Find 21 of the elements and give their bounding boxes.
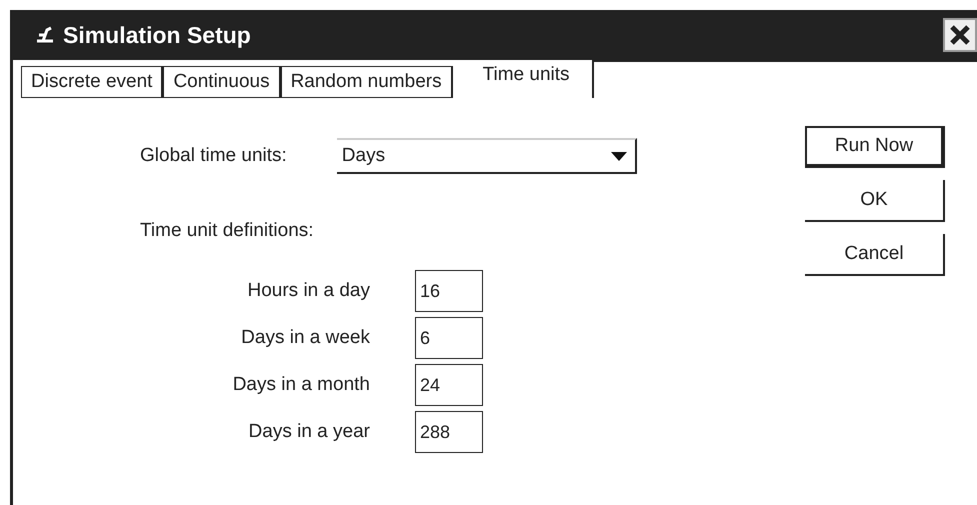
caret-icon bbox=[610, 152, 627, 160]
field-label: Days in a week bbox=[240, 327, 370, 349]
tab[interactable]: Continuous bbox=[163, 66, 281, 98]
dropdown[interactable]: Days bbox=[336, 138, 637, 174]
close-button[interactable] bbox=[943, 18, 977, 52]
app-icon bbox=[35, 26, 55, 44]
input-field[interactable]: 288 bbox=[415, 411, 483, 453]
input-field[interactable]: 24 bbox=[415, 364, 483, 406]
field-label: Days in a year bbox=[248, 421, 370, 443]
tab[interactable]: Random numbers bbox=[280, 66, 453, 98]
field-label: Hours in a day bbox=[246, 280, 370, 302]
field-label: Global time units: bbox=[140, 145, 287, 167]
dialog-button[interactable]: OK bbox=[805, 180, 945, 222]
dialog-button[interactable]: Cancel bbox=[805, 234, 945, 276]
tab[interactable]: Discrete event bbox=[21, 66, 164, 98]
dialog-button[interactable]: Run Now bbox=[805, 126, 945, 168]
input-field[interactable]: 6 bbox=[415, 317, 483, 359]
section-heading: Time unit definitions: bbox=[140, 220, 315, 242]
input-field[interactable]: 16 bbox=[415, 270, 483, 312]
window-title: Simulation Setup bbox=[63, 22, 252, 48]
field-label: Days in a month bbox=[232, 374, 370, 396]
